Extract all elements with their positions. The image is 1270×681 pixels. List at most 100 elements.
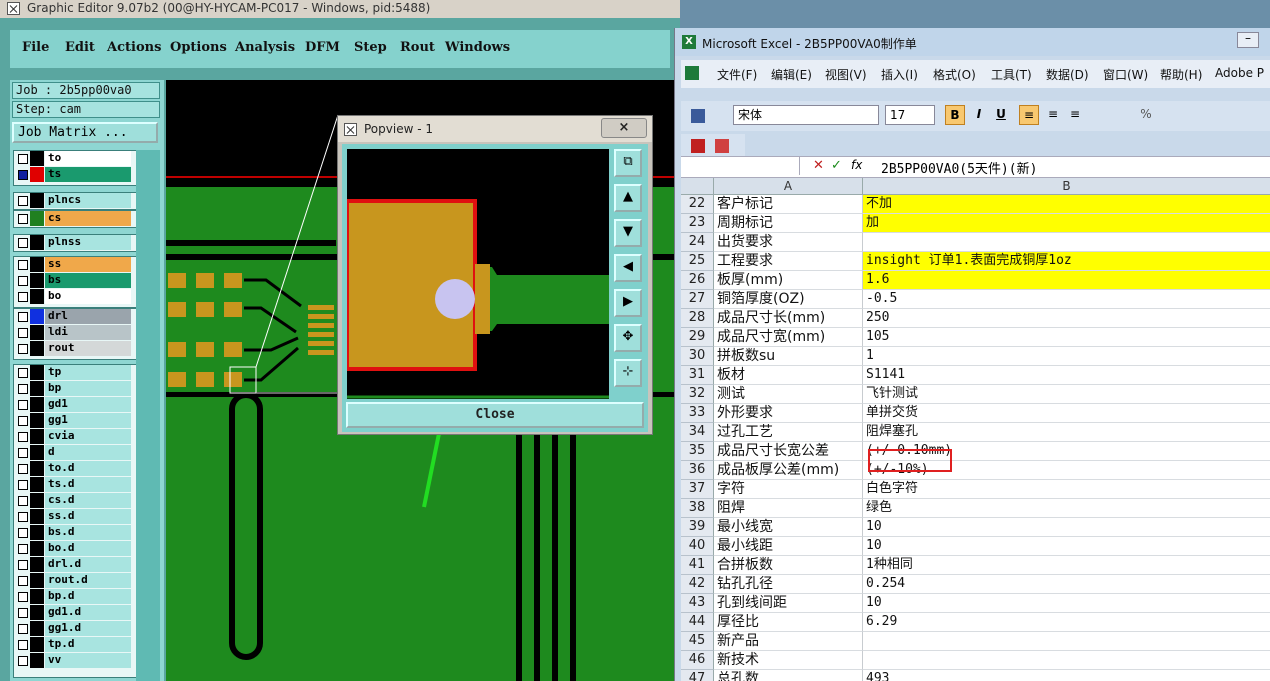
xl-menu-data[interactable]: 数据(D): [1046, 66, 1089, 83]
layer-row-cs-d[interactable]: cs.d: [15, 493, 133, 508]
pdf-convert-icon[interactable]: [715, 139, 729, 153]
pdf-icon[interactable]: [691, 139, 705, 153]
save-icon[interactable]: [691, 109, 705, 123]
xl-menu-window[interactable]: 窗口(W): [1103, 66, 1148, 83]
layer-row-cs[interactable]: cs: [15, 211, 133, 226]
cell-a[interactable]: 铜箔厚度(OZ): [714, 290, 863, 309]
align-left-icon[interactable]: ≡: [1019, 105, 1039, 125]
popview-close-icon[interactable]: ×: [601, 118, 647, 138]
layer-row-tp[interactable]: tp: [15, 365, 133, 380]
cell-a[interactable]: 新技术: [714, 651, 863, 670]
function-icon[interactable]: fx: [851, 158, 862, 172]
layer-row-to[interactable]: to: [15, 151, 133, 166]
cell-b[interactable]: [863, 233, 1270, 252]
excel-minimize-button[interactable]: –: [1237, 32, 1259, 48]
xl-menu-edit[interactable]: 编辑(E): [771, 66, 812, 83]
menu-rout[interactable]: Rout: [400, 40, 435, 55]
menu-options[interactable]: Options: [170, 40, 227, 55]
cell-b[interactable]: -0.5: [863, 290, 1270, 309]
row-header[interactable]: 31: [681, 366, 714, 385]
menu-step[interactable]: Step: [354, 40, 387, 55]
row-header[interactable]: 43: [681, 594, 714, 613]
layer-row-cvia[interactable]: cvia: [15, 429, 133, 444]
cell-b[interactable]: [863, 651, 1270, 670]
row-header[interactable]: 25: [681, 252, 714, 271]
font-size-select[interactable]: 17: [885, 105, 935, 125]
cell-a[interactable]: 板材: [714, 366, 863, 385]
cell-b[interactable]: 493: [863, 670, 1270, 681]
cell-a[interactable]: 客户标记: [714, 195, 863, 214]
layer-checkbox[interactable]: [18, 344, 28, 354]
menu-edit[interactable]: Edit: [65, 40, 95, 55]
layer-checkbox[interactable]: [18, 292, 28, 302]
layer-row-rout[interactable]: rout: [15, 341, 133, 356]
layer-row-vv[interactable]: vv: [15, 653, 133, 668]
layer-checkbox[interactable]: [18, 238, 28, 248]
cell-a[interactable]: 合拼板数: [714, 556, 863, 575]
layer-row-rout-d[interactable]: rout.d: [15, 573, 133, 588]
layer-checkbox[interactable]: [18, 154, 28, 164]
align-center-icon[interactable]: ≡: [1043, 105, 1063, 125]
cell-b[interactable]: 250: [863, 309, 1270, 328]
row-header[interactable]: 44: [681, 613, 714, 632]
row-header[interactable]: 47: [681, 670, 714, 681]
cell-a[interactable]: 最小线宽: [714, 518, 863, 537]
layer-checkbox[interactable]: [18, 384, 28, 394]
layer-checkbox[interactable]: [18, 640, 28, 650]
layer-checkbox[interactable]: [18, 560, 28, 570]
spreadsheet-grid[interactable]: A B 22 客户标记 不加 23 周期标记加 24 出货要求 25 工程要求 insight 订…: [681, 178, 1270, 681]
cell-b[interactable]: 10: [863, 594, 1270, 613]
popview-close-button[interactable]: Close: [346, 402, 644, 428]
layer-checkbox[interactable]: [18, 416, 28, 426]
layer-checkbox[interactable]: [18, 464, 28, 474]
row-header[interactable]: 29: [681, 328, 714, 347]
ge-title-bar[interactable]: Graphic Editor 9.07b2 (00@HY-HYCAM-PC017…: [0, 0, 680, 18]
layer-checkbox[interactable]: [18, 576, 28, 586]
pan-left-button[interactable]: ◀: [614, 254, 642, 282]
cell-b[interactable]: 不加: [863, 195, 1270, 214]
cell-b[interactable]: 0.254: [863, 575, 1270, 594]
zoom-out-button[interactable]: ⊹: [614, 359, 642, 387]
xl-menu-file[interactable]: 文件(F): [717, 66, 757, 83]
layer-row-bp[interactable]: bp: [15, 381, 133, 396]
pan-down-button[interactable]: ▼: [614, 219, 642, 247]
row-header[interactable]: 23: [681, 214, 714, 233]
cell-a[interactable]: 最小线距: [714, 537, 863, 556]
row-header[interactable]: 24: [681, 233, 714, 252]
cell-b[interactable]: 白色字符: [863, 480, 1270, 499]
cell-a[interactable]: 周期标记: [714, 214, 863, 233]
column-header-b[interactable]: B: [863, 178, 1270, 195]
row-header[interactable]: 42: [681, 575, 714, 594]
cancel-icon[interactable]: ✕: [813, 158, 824, 173]
excel-title-bar[interactable]: X Microsoft Excel - 2B5PP00VA0制作单 –: [675, 28, 1270, 56]
layer-checkbox[interactable]: [18, 276, 28, 286]
xl-menu-adobe[interactable]: Adobe P: [1215, 66, 1264, 80]
layer-row-plnss[interactable]: plnss: [15, 235, 133, 250]
layer-checkbox[interactable]: [18, 328, 28, 338]
row-header[interactable]: 26: [681, 271, 714, 290]
layer-row-bo-d[interactable]: bo.d: [15, 541, 133, 556]
bold-button[interactable]: B: [945, 105, 965, 125]
layer-checkbox[interactable]: [18, 170, 28, 180]
cell-b[interactable]: 6.29: [863, 613, 1270, 632]
pan-right-button[interactable]: ▶: [614, 289, 642, 317]
cell-b[interactable]: 加: [863, 214, 1270, 233]
corner-select-all[interactable]: [681, 178, 714, 195]
layer-checkbox[interactable]: [18, 480, 28, 490]
layer-row-drl[interactable]: drl: [15, 309, 133, 324]
layer-checkbox[interactable]: [18, 496, 28, 506]
layer-row-ts[interactable]: ts: [15, 167, 133, 182]
layer-row-bp-d[interactable]: bp.d: [15, 589, 133, 604]
layer-checkbox[interactable]: [18, 196, 28, 206]
row-header[interactable]: 22: [681, 195, 714, 214]
zoom-in-button[interactable]: ✥: [614, 324, 642, 352]
row-header[interactable]: 32: [681, 385, 714, 404]
row-header[interactable]: 46: [681, 651, 714, 670]
row-header[interactable]: 33: [681, 404, 714, 423]
cell-b[interactable]: 1.6: [863, 271, 1270, 290]
layer-row-ss[interactable]: ss: [15, 257, 133, 272]
layer-row-bs[interactable]: bs: [15, 273, 133, 288]
layer-checkbox[interactable]: [18, 624, 28, 634]
layer-row-gg1[interactable]: gg1: [15, 413, 133, 428]
cell-b[interactable]: 飞针测试: [863, 385, 1270, 404]
